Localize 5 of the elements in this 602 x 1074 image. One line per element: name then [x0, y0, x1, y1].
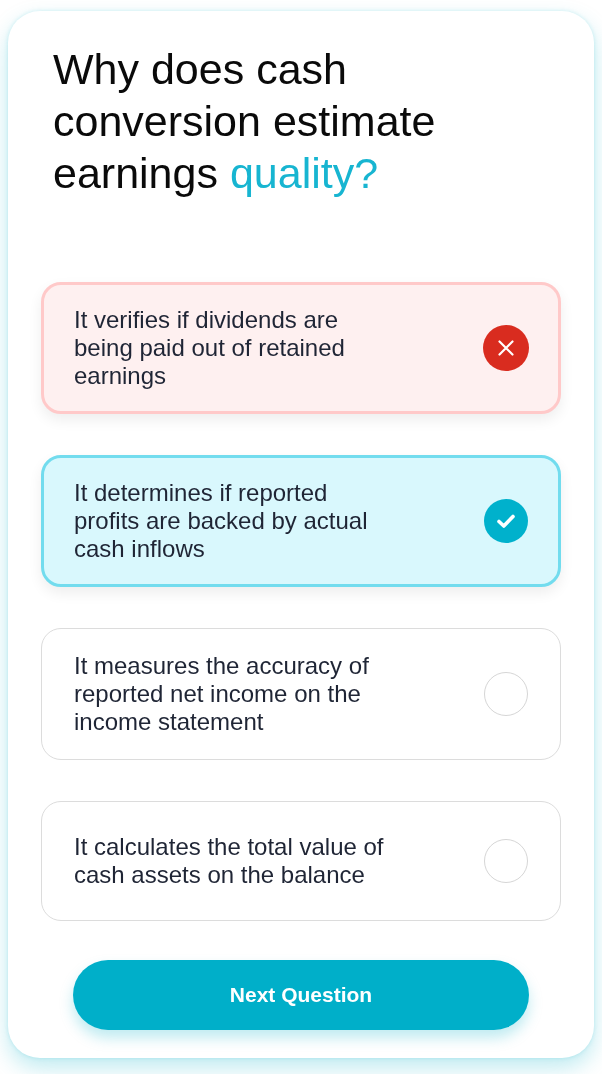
- answer-option[interactable]: It calculates the total value of cash assets on the balance: [41, 801, 561, 921]
- wrong-answer-option[interactable]: It verifies if dividends are being paid out of retained earnings: [41, 282, 561, 414]
- answer-option[interactable]: It measures the accuracy of reported net income on the income statement: [41, 628, 561, 760]
- question-title: Why does cash conversion estimate earnings quality?: [53, 44, 437, 199]
- correct-answer-option[interactable]: It determines if reported profits are backed by actual cash inflows: [41, 455, 561, 587]
